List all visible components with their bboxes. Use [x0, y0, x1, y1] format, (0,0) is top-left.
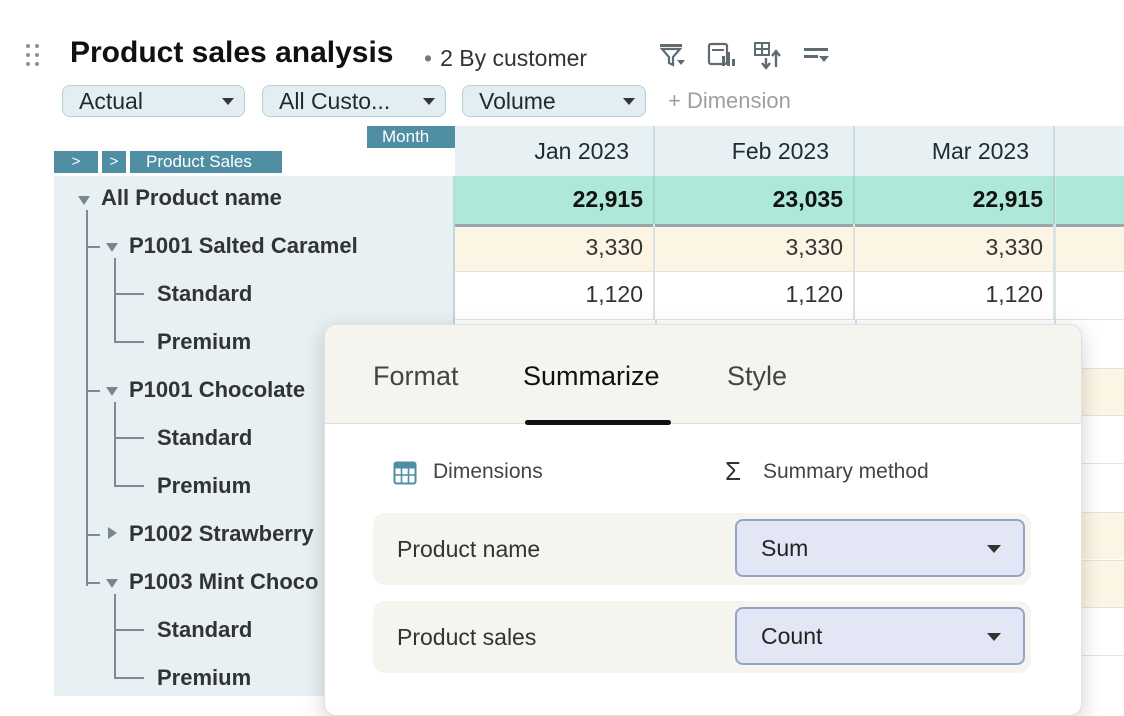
summary-method-value: Count: [761, 623, 823, 649]
measure-select[interactable]: Volume: [462, 85, 646, 117]
product-sales-tag[interactable]: Product Sales: [130, 151, 282, 173]
chevron-down-icon: [623, 98, 635, 105]
tree-line: [114, 258, 116, 342]
collapse-triangle-icon[interactable]: [106, 243, 118, 252]
table-cell[interactable]: 3,330: [655, 224, 855, 272]
row-divider: [1080, 463, 1124, 464]
column-header[interactable]: Feb 2023: [655, 126, 855, 176]
tab-summarize[interactable]: Summarize: [523, 361, 660, 392]
tab-format[interactable]: Format: [373, 361, 459, 392]
row-label[interactable]: Standard: [157, 270, 252, 318]
subtitle-separator: •: [424, 45, 433, 71]
group-row-band: [1080, 512, 1124, 559]
tree-line: [114, 677, 144, 679]
customer-select-value: All Custo...: [279, 88, 391, 114]
summary-method-header: Summary method: [763, 460, 929, 483]
table-grid-icon: [393, 461, 417, 490]
column-header[interactable]: Mar 2023: [855, 126, 1055, 176]
tree-line: [114, 293, 144, 295]
summary-row-label: Product name: [397, 536, 541, 562]
view-subtitle[interactable]: • 2 By customer: [424, 45, 587, 72]
tree-line: [86, 390, 100, 392]
tree-line: [86, 582, 100, 584]
summary-method-value: Sum: [761, 535, 809, 561]
scenario-select-value: Actual: [79, 88, 143, 114]
row-label[interactable]: Premium: [157, 462, 251, 510]
group-row-band: [1080, 560, 1124, 608]
scenario-select[interactable]: Actual: [62, 85, 245, 117]
dimensions-header: Dimensions: [433, 460, 543, 483]
summary-row-product-sales: Product sales Count: [373, 601, 1031, 673]
page-title: Product sales analysis: [70, 36, 394, 69]
table-cell[interactable]: 3,330: [855, 224, 1055, 272]
tree-line: [86, 534, 100, 536]
row-label[interactable]: Premium: [157, 318, 251, 366]
tree-line: [114, 402, 116, 486]
tree-line: [86, 210, 88, 586]
row-label[interactable]: P1003 Mint Choco: [129, 558, 318, 606]
expand-chevron-2[interactable]: >: [102, 151, 126, 173]
summary-method-select[interactable]: Count: [735, 607, 1025, 665]
chevron-down-icon: [423, 98, 435, 105]
table-cell[interactable]: 1,120: [655, 271, 855, 319]
table-cell[interactable]: 22,915: [455, 176, 655, 224]
tree-line: [114, 629, 144, 631]
sort-icon[interactable]: [802, 40, 832, 70]
summary-row-label: Product sales: [397, 624, 537, 650]
sigma-icon: Σ: [725, 456, 742, 486]
row-label[interactable]: All Product name: [101, 174, 282, 222]
tree-line: [114, 341, 144, 343]
row-label[interactable]: Premium: [157, 654, 251, 702]
table-cell[interactable]: 23,035: [655, 176, 855, 224]
report-icon[interactable]: [706, 40, 736, 70]
tab-style[interactable]: Style: [727, 361, 787, 392]
row-label[interactable]: P1002 Strawberry: [129, 510, 314, 558]
table-cell[interactable]: 1,120: [455, 271, 655, 319]
tree-line: [114, 594, 116, 678]
drag-handle-icon[interactable]: [24, 42, 44, 68]
row-divider: [1080, 655, 1124, 656]
collapse-triangle-icon[interactable]: [106, 579, 118, 588]
tree-line: [114, 437, 144, 439]
collapse-triangle-icon[interactable]: [78, 196, 90, 205]
row-label[interactable]: Standard: [157, 414, 252, 462]
group-row-band: [1080, 368, 1124, 416]
subtitle-label: 2 By customer: [440, 45, 588, 71]
expand-chevron-1[interactable]: >: [54, 151, 98, 173]
month-dimension-tag[interactable]: Month: [367, 126, 455, 148]
customer-select[interactable]: All Custo...: [262, 85, 446, 117]
tree-line: [86, 246, 100, 248]
active-tab-indicator: [525, 420, 671, 425]
chevron-down-icon: [987, 633, 1001, 641]
column-header[interactable]: Jan 2023: [455, 126, 655, 176]
chevron-down-icon: [987, 545, 1001, 553]
tree-line: [114, 485, 144, 487]
summarize-popover: Format Summarize Style Dimensions Σ Summ…: [324, 324, 1082, 716]
add-dimension-button[interactable]: + Dimension: [668, 88, 791, 114]
pivot-swap-icon[interactable]: [752, 40, 782, 70]
expand-triangle-icon[interactable]: [108, 527, 117, 539]
collapse-triangle-icon[interactable]: [106, 387, 118, 396]
table-cell[interactable]: 22,915: [855, 176, 1055, 224]
chevron-down-icon: [222, 98, 234, 105]
measure-select-value: Volume: [479, 88, 556, 114]
table-cell[interactable]: 1,120: [855, 271, 1055, 319]
row-label[interactable]: Standard: [157, 606, 252, 654]
summary-row-product-name: Product name Sum: [373, 513, 1031, 585]
table-cell[interactable]: 3,330: [455, 224, 655, 272]
filter-icon[interactable]: [658, 40, 688, 70]
summary-method-select[interactable]: Sum: [735, 519, 1025, 577]
row-label[interactable]: P1001 Chocolate: [129, 366, 305, 414]
row-label[interactable]: P1001 Salted Caramel: [129, 222, 358, 270]
